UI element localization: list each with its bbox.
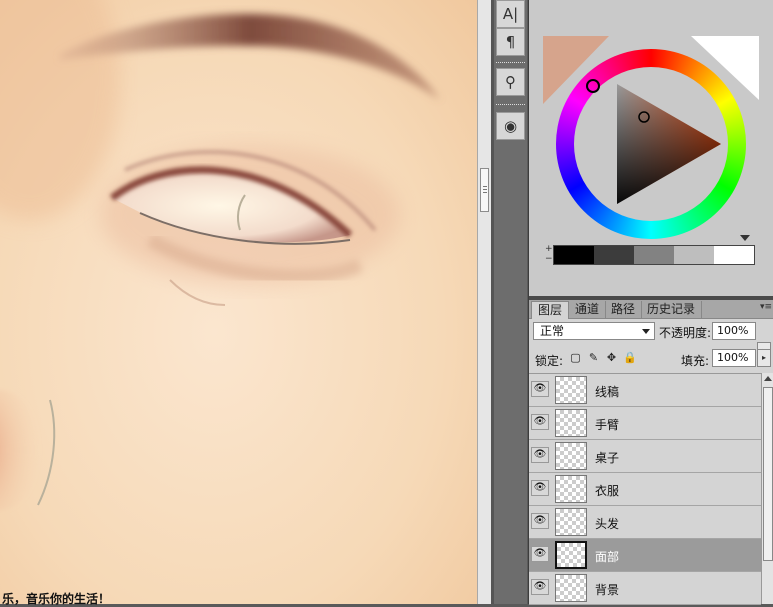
gray-ramp-cell[interactable] [594, 246, 634, 264]
opacity-label: 不透明度: [659, 326, 712, 340]
minus-label: − [545, 254, 553, 264]
document-canvas[interactable] [0, 0, 477, 604]
lock-label: 锁定: [535, 354, 564, 368]
fill-label: 填充: [681, 354, 710, 368]
layer-thumbnail [555, 574, 587, 602]
panel-dock-strip: A| ¶ ⚲ ◉ [494, 0, 527, 604]
layer-list: 👁 线稿 👁 手臂 👁 桌子 👁 衣服 👁 头发 👁 面部 👁 背景 [529, 373, 761, 605]
tab-layers[interactable]: 图层 [531, 301, 570, 319]
gray-ramp-cell[interactable] [634, 246, 674, 264]
blend-mode-select[interactable]: 正常 [533, 322, 655, 340]
tab-history[interactable]: 历史记录 [641, 301, 703, 318]
face-painting [0, 0, 477, 604]
layer-row[interactable]: 👁 面部 [529, 539, 761, 572]
gray-ramp-cell[interactable] [554, 246, 594, 264]
character-panel-icon[interactable]: A| [496, 0, 525, 28]
layer-row[interactable]: 👁 衣服 [529, 473, 761, 506]
layer-row[interactable]: 👁 头发 [529, 506, 761, 539]
layer-name: 背景 [595, 583, 620, 597]
eye-icon[interactable]: 👁 [531, 447, 549, 463]
layer-name: 面部 [595, 550, 620, 564]
gray-ramp-cell[interactable] [714, 246, 754, 264]
layer-row[interactable]: 👁 背景 [529, 572, 761, 605]
gray-ramp[interactable] [553, 245, 755, 265]
ramp-marker-icon [740, 235, 750, 241]
eye-icon[interactable]: 👁 [531, 513, 549, 529]
canvas-vertical-scrollbar[interactable] [477, 0, 491, 604]
eye-icon[interactable]: 👁 [531, 414, 549, 430]
fill-input[interactable]: 100% [712, 349, 756, 367]
lock-transparency-icon[interactable]: ▢ [569, 351, 582, 364]
blend-mode-value: 正常 [540, 324, 565, 338]
hue-marker [586, 79, 600, 93]
layers-panel: 图层 通道 路径 历史记录 ▾≡ 正常 不透明度: 100% ▸ 锁定: ▢ ✎… [529, 300, 773, 605]
layer-name: 桌子 [595, 451, 620, 465]
layer-name: 衣服 [595, 484, 620, 498]
layer-row[interactable]: 👁 线稿 [529, 374, 761, 407]
panel-tabs: 图层 通道 路径 历史记录 ▾≡ [529, 300, 773, 319]
panel-menu-icon[interactable]: ▾≡ [760, 302, 772, 312]
fill-slider-button[interactable]: ▸ [757, 349, 771, 367]
lock-position-icon[interactable]: ✥ [605, 351, 618, 364]
layer-thumbnail [555, 508, 587, 536]
layer-thumbnail [555, 475, 587, 503]
layer-name: 线稿 [595, 385, 620, 399]
right-panel: + − 图层 通道 路径 历史记录 ▾≡ 正常 不透明度: 100% ▸ 锁定:… [528, 0, 773, 605]
layer-thumbnail [555, 409, 587, 437]
layer-name: 头发 [595, 517, 620, 531]
eye-icon[interactable]: 👁 [531, 480, 549, 496]
scrollbar-thumb[interactable] [763, 387, 773, 561]
opacity-input[interactable]: 100% [712, 322, 756, 340]
canvas-caption: 乐，音乐你的生活！ [2, 592, 111, 606]
scroll-up-icon[interactable] [764, 376, 772, 381]
lock-all-icon[interactable]: 🔒 [623, 351, 637, 364]
layer-list-scrollbar[interactable] [761, 373, 773, 604]
plus-label: + [545, 244, 553, 254]
layer-name: 手臂 [595, 418, 620, 432]
eye-icon[interactable]: 👁 [531, 381, 549, 397]
color-wheel-panel: + − [529, 0, 773, 296]
layer-thumbnail [555, 541, 587, 569]
chevron-down-icon [642, 329, 650, 334]
eye-icon[interactable]: 👁 [531, 546, 549, 562]
eye-icon[interactable]: 👁 [531, 579, 549, 595]
paragraph-panel-icon[interactable]: ¶ [496, 28, 525, 56]
clone-source-icon[interactable]: ◉ [496, 112, 525, 140]
tab-paths[interactable]: 路径 [605, 301, 643, 318]
brushes-panel-icon[interactable]: ⚲ [496, 68, 525, 96]
scrollbar-thumb[interactable] [480, 168, 489, 212]
layer-thumbnail [555, 376, 587, 404]
layer-thumbnail [555, 442, 587, 470]
lock-pixels-icon[interactable]: ✎ [587, 351, 600, 364]
tab-channels[interactable]: 通道 [569, 301, 607, 318]
layer-row[interactable]: 👁 桌子 [529, 440, 761, 473]
layer-row[interactable]: 👁 手臂 [529, 407, 761, 440]
gray-ramp-cell[interactable] [674, 246, 714, 264]
